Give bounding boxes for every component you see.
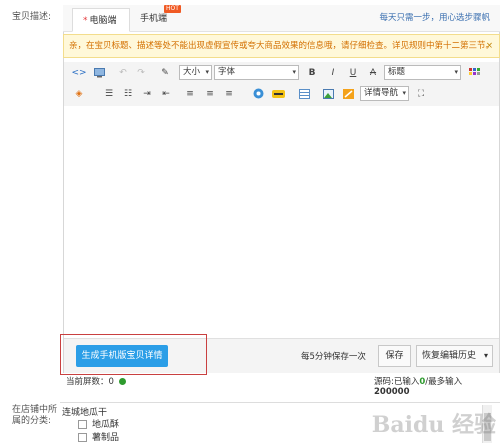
- bullet-list-icon[interactable]: ☰: [102, 87, 116, 100]
- highlight-box: [60, 334, 207, 375]
- screen-count-value: 0: [108, 377, 114, 387]
- category-option[interactable]: 地瓜酥: [78, 417, 119, 430]
- close-icon[interactable]: ×: [486, 35, 493, 57]
- save-button[interactable]: 保存: [378, 345, 411, 367]
- undo-icon[interactable]: ↶: [116, 66, 130, 79]
- fullscreen-icon[interactable]: ⛶: [414, 87, 428, 100]
- fill-color-icon[interactable]: ◈: [72, 87, 86, 100]
- format-painter-icon[interactable]: ✎: [158, 66, 172, 79]
- description-label: 宝贝描述:: [12, 12, 52, 22]
- detail-nav-select[interactable]: 详情导航: [360, 86, 409, 101]
- font-family-select[interactable]: 字体: [214, 65, 299, 80]
- heading-select[interactable]: 标题: [384, 65, 461, 80]
- autosave-note: 每5分钟保存一次: [301, 352, 366, 362]
- font-size-select[interactable]: 大小: [179, 65, 212, 80]
- policy-notice: 亲，在宝贝标题、描述等处不能出现虚假宣传或夸大商品效果的信息哦，请仔细检查。详见…: [63, 34, 500, 58]
- table-icon[interactable]: [297, 87, 311, 100]
- category-label-line1: 在店铺中所: [12, 405, 58, 415]
- checkbox[interactable]: [78, 420, 87, 429]
- category-option[interactable]: 薯制品: [78, 430, 119, 443]
- tab-mobile-label: 手机端: [140, 14, 168, 24]
- category-label: 在店铺中所 属的分类:: [12, 405, 57, 427]
- italic-icon[interactable]: I: [326, 66, 340, 79]
- redo-icon[interactable]: ↷: [134, 66, 148, 79]
- underline-icon[interactable]: U: [346, 66, 360, 79]
- image-icon[interactable]: [321, 87, 335, 100]
- max-count-value: 200000: [374, 387, 410, 397]
- tab-desktop-label: 电脑端: [89, 16, 117, 26]
- indent-icon[interactable]: ⇥: [140, 87, 154, 100]
- watermark: Baidu 经验: [371, 412, 496, 438]
- daily-tip-link[interactable]: 每天只需一步，用心选步骤帆: [379, 11, 490, 23]
- align-left-icon[interactable]: ≡: [183, 87, 197, 100]
- numbered-list-icon[interactable]: ☷: [121, 87, 135, 100]
- link-icon[interactable]: [251, 87, 265, 100]
- insert-module-icon[interactable]: [341, 87, 355, 100]
- category-option-label: 薯制品: [92, 433, 120, 443]
- screen-count: 当前屏数：0: [66, 375, 126, 387]
- hot-badge: HOT: [164, 5, 181, 13]
- strikethrough-icon[interactable]: A: [366, 66, 380, 79]
- align-right-icon[interactable]: ≡: [222, 87, 236, 100]
- preview-icon[interactable]: [92, 66, 106, 79]
- editor-content-area[interactable]: [64, 106, 499, 338]
- category-label-line2: 属的分类:: [12, 416, 52, 426]
- required-star: *: [83, 16, 88, 26]
- source-code-icon[interactable]: <>: [71, 66, 86, 79]
- source-count-label: 源码:已输入: [374, 377, 420, 387]
- source-count: 源码:已输入0/最多输入 200000: [374, 375, 500, 397]
- bold-icon[interactable]: B: [305, 66, 319, 79]
- policy-notice-text: 亲，在宝贝标题、描述等处不能出现虚假宣传或夸大商品效果的信息哦，请仔细检查。详见…: [69, 41, 495, 51]
- restore-history-button[interactable]: 恢复编辑历史 ▾: [416, 345, 493, 367]
- help-icon[interactable]: [118, 378, 126, 385]
- category-option-label: 地瓜酥: [92, 420, 120, 430]
- unlink-icon[interactable]: [271, 87, 285, 100]
- screen-count-label: 当前屏数：: [66, 377, 109, 387]
- align-center-icon[interactable]: ≡: [203, 87, 217, 100]
- chevron-down-icon: ▾: [483, 351, 488, 360]
- max-count-label: /最多输入: [425, 377, 463, 387]
- table-color-icon[interactable]: [468, 66, 482, 79]
- editor-toolbar: <> ↶ ↷ ✎ 大小 字体 B I U A 标题 ◈ ☰ ☷ ⇥ ⇤ ≡ ≡ …: [64, 62, 499, 107]
- outdent-icon[interactable]: ⇤: [159, 87, 173, 100]
- checkbox[interactable]: [78, 433, 87, 442]
- tab-desktop[interactable]: * 电脑端: [72, 8, 130, 32]
- restore-history-label: 恢复编辑历史: [422, 351, 477, 361]
